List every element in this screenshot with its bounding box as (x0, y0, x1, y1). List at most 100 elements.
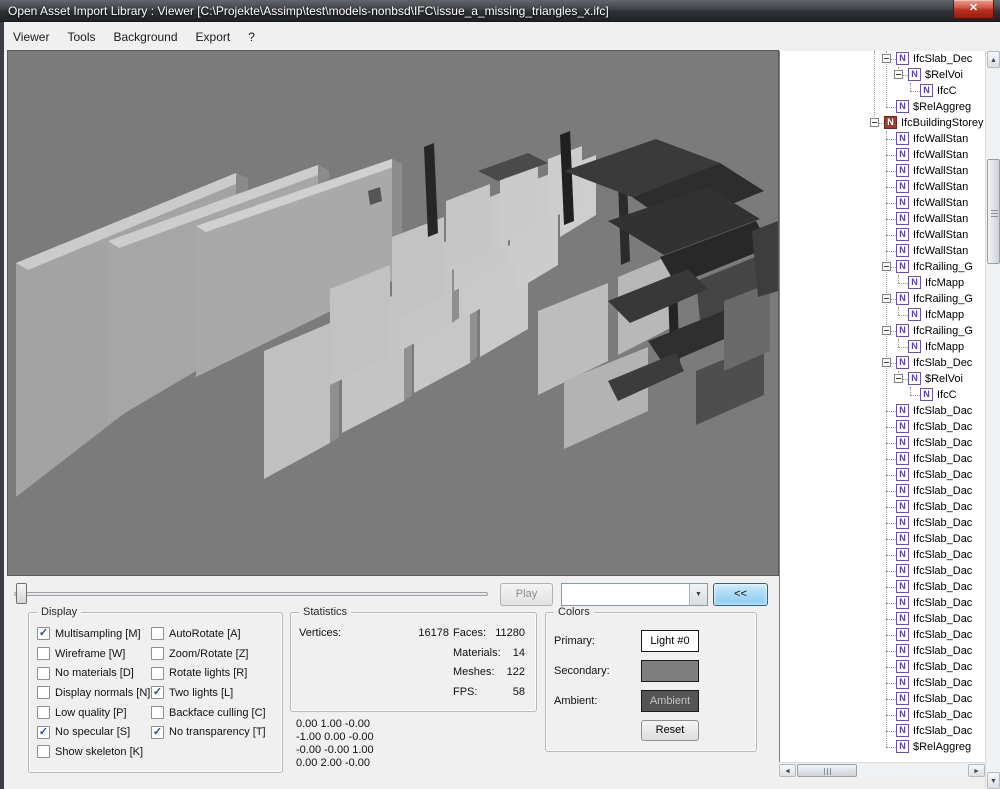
tree-node-ifcslab-dac[interactable]: NIfcSlab_Dac (780, 515, 985, 531)
checkbox-box[interactable]: ✓ (37, 627, 50, 640)
slider-thumb[interactable] (16, 583, 27, 604)
tree-node-ifcslab-dac[interactable]: NIfcSlab_Dac (780, 435, 985, 451)
tree-node-ifcslab-dac[interactable]: NIfcSlab_Dac (780, 643, 985, 659)
tree-node-ifcc[interactable]: NIfcC (780, 387, 985, 403)
checkbox-zoom-rotate-z[interactable]: Zoom/Rotate [Z] (151, 644, 266, 664)
tree-collapse-icon[interactable] (882, 262, 891, 271)
tree-node-ifcslab-dac[interactable]: NIfcSlab_Dac (780, 675, 985, 691)
collapse-panel-button[interactable]: << (713, 583, 768, 606)
tree-collapse-icon[interactable] (870, 118, 879, 127)
ambient-color-swatch[interactable]: Ambient (641, 690, 699, 712)
menu-viewer[interactable]: Viewer (4, 26, 58, 48)
menu-background[interactable]: Background (104, 26, 186, 48)
tree-node-ifcwallstan[interactable]: NIfcWallStan (780, 131, 985, 147)
checkbox-no-materials-d[interactable]: No materials [D] (37, 663, 150, 683)
checkbox-box[interactable] (37, 686, 50, 699)
checkbox-box[interactable]: ✓ (151, 686, 164, 699)
checkbox-wireframe-w[interactable]: Wireframe [W] (37, 644, 150, 664)
checkbox-no-specular-s[interactable]: ✓No specular [S] (37, 722, 150, 742)
tree-node-ifcslab-dac[interactable]: NIfcSlab_Dac (780, 627, 985, 643)
tree-collapse-icon[interactable] (894, 70, 903, 79)
menu-tools[interactable]: Tools (58, 26, 104, 48)
tree-node-ifcwallstan[interactable]: NIfcWallStan (780, 163, 985, 179)
play-button[interactable]: Play (500, 583, 553, 606)
checkbox-show-skeleton-k[interactable]: Show skeleton [K] (37, 742, 150, 762)
tree-collapse-icon[interactable] (882, 326, 891, 335)
tree-collapse-icon[interactable] (882, 294, 891, 303)
scroll-down-icon[interactable]: ▼ (987, 772, 1000, 789)
viewport-3d[interactable] (8, 51, 778, 575)
tree-collapse-icon[interactable] (882, 358, 891, 367)
tree-node-ifcmapp[interactable]: NIfcMapp (780, 275, 985, 291)
tree-node-ifcslab-dac[interactable]: NIfcSlab_Dac (780, 483, 985, 499)
tree-collapse-icon[interactable] (894, 374, 903, 383)
timeline-slider[interactable] (10, 578, 490, 608)
scroll-right-icon[interactable]: ► (968, 764, 985, 777)
checkbox-box[interactable] (37, 667, 50, 680)
close-button[interactable]: ✕ (953, 0, 994, 19)
tree-node-ifcmapp[interactable]: NIfcMapp (780, 307, 985, 323)
tree-node-ifcslab-dac[interactable]: NIfcSlab_Dac (780, 419, 985, 435)
tree-node-ifcslab-dac[interactable]: NIfcSlab_Dac (780, 499, 985, 515)
tree-collapse-icon[interactable] (882, 54, 891, 63)
tree-node-ifcc[interactable]: NIfcC (780, 83, 985, 99)
tree-node-relaggreg[interactable]: N$RelAggreg (780, 99, 985, 115)
checkbox-two-lights-l[interactable]: ✓Two lights [L] (151, 683, 266, 703)
checkbox-box[interactable] (151, 667, 164, 680)
checkbox-display-normals-n[interactable]: Display normals [N] (37, 683, 150, 703)
vertical-scrollbar-thumb[interactable] (987, 159, 1000, 264)
checkbox-no-transparency-t[interactable]: ✓No transparency [T] (151, 722, 266, 742)
tree-node-ifcslab-dac[interactable]: NIfcSlab_Dac (780, 451, 985, 467)
tree-node-ifcslab-dac[interactable]: NIfcSlab_Dac (780, 467, 985, 483)
tree-node-ifcrailing-g[interactable]: NIfcRailing_G (780, 323, 985, 339)
tree-node-ifcslab-dac[interactable]: NIfcSlab_Dac (780, 723, 985, 739)
tree-node-ifcslab-dac[interactable]: NIfcSlab_Dac (780, 595, 985, 611)
tree-node-ifcslab-dec[interactable]: NIfcSlab_Dec (780, 355, 985, 371)
tree-node-ifcslab-dec[interactable]: NIfcSlab_Dec (780, 51, 985, 67)
menu-export[interactable]: Export (187, 26, 240, 48)
tree-node-relvoi[interactable]: N$RelVoi (780, 67, 985, 83)
tree-node-ifcwallstan[interactable]: NIfcWallStan (780, 211, 985, 227)
checkbox-box[interactable] (151, 706, 164, 719)
checkbox-box[interactable] (151, 627, 164, 640)
tree-vertical-scrollbar[interactable]: ▲ ▼ (985, 51, 1000, 789)
tree-node-ifcslab-dac[interactable]: NIfcSlab_Dac (780, 579, 985, 595)
checkbox-backface-culling-c[interactable]: Backface culling [C] (151, 703, 266, 723)
tree-node-ifcbuildingstorey[interactable]: NIfcBuildingStorey (780, 115, 985, 131)
tree-node-ifcwallstan[interactable]: NIfcWallStan (780, 147, 985, 163)
slider-track[interactable] (14, 592, 488, 596)
tree-node-ifcslab-dac[interactable]: NIfcSlab_Dac (780, 531, 985, 547)
checkbox-box[interactable]: ✓ (37, 726, 50, 739)
reset-colors-button[interactable]: Reset (641, 720, 699, 741)
scroll-up-icon[interactable]: ▲ (987, 51, 1000, 68)
tree-node-relvoi[interactable]: N$RelVoi (780, 371, 985, 387)
tree-horizontal-scrollbar[interactable]: ◄ ► (779, 762, 985, 777)
checkbox-box[interactable] (37, 745, 50, 758)
tree-node-ifcrailing-g[interactable]: NIfcRailing_G (780, 291, 985, 307)
checkbox-box[interactable]: ✓ (151, 726, 164, 739)
combo-dropdown-button[interactable]: ▼ (689, 584, 707, 605)
tree-node-relaggreg[interactable]: N$RelAggreg (780, 739, 985, 755)
tree-node-ifcwallstan[interactable]: NIfcWallStan (780, 179, 985, 195)
checkbox-low-quality-p[interactable]: Low quality [P] (37, 703, 150, 723)
animation-combo[interactable]: ▼ (561, 583, 708, 606)
checkbox-box[interactable] (151, 647, 164, 660)
checkbox-box[interactable] (37, 706, 50, 719)
checkbox-box[interactable] (37, 647, 50, 660)
tree-node-ifcslab-dac[interactable]: NIfcSlab_Dac (780, 563, 985, 579)
tree-node-ifcwallstan[interactable]: NIfcWallStan (780, 227, 985, 243)
tree-node-ifcwallstan[interactable]: NIfcWallStan (780, 195, 985, 211)
menu-help[interactable]: ? (239, 26, 264, 48)
tree-node-ifcslab-dac[interactable]: NIfcSlab_Dac (780, 403, 985, 419)
tree-node-ifcslab-dac[interactable]: NIfcSlab_Dac (780, 659, 985, 675)
scroll-left-icon[interactable]: ◄ (779, 764, 796, 777)
horizontal-scrollbar-thumb[interactable] (797, 764, 857, 777)
checkbox-multisampling-m[interactable]: ✓Multisampling [M] (37, 624, 150, 644)
primary-color-button[interactable]: Light #0 (641, 630, 699, 652)
checkbox-autorotate-a[interactable]: AutoRotate [A] (151, 624, 266, 644)
tree-node-ifcslab-dac[interactable]: NIfcSlab_Dac (780, 547, 985, 563)
secondary-color-swatch[interactable] (641, 660, 699, 682)
tree-node-ifcslab-dac[interactable]: NIfcSlab_Dac (780, 707, 985, 723)
tree-node-ifcwallstan[interactable]: NIfcWallStan (780, 243, 985, 259)
tree-node-ifcrailing-g[interactable]: NIfcRailing_G (780, 259, 985, 275)
